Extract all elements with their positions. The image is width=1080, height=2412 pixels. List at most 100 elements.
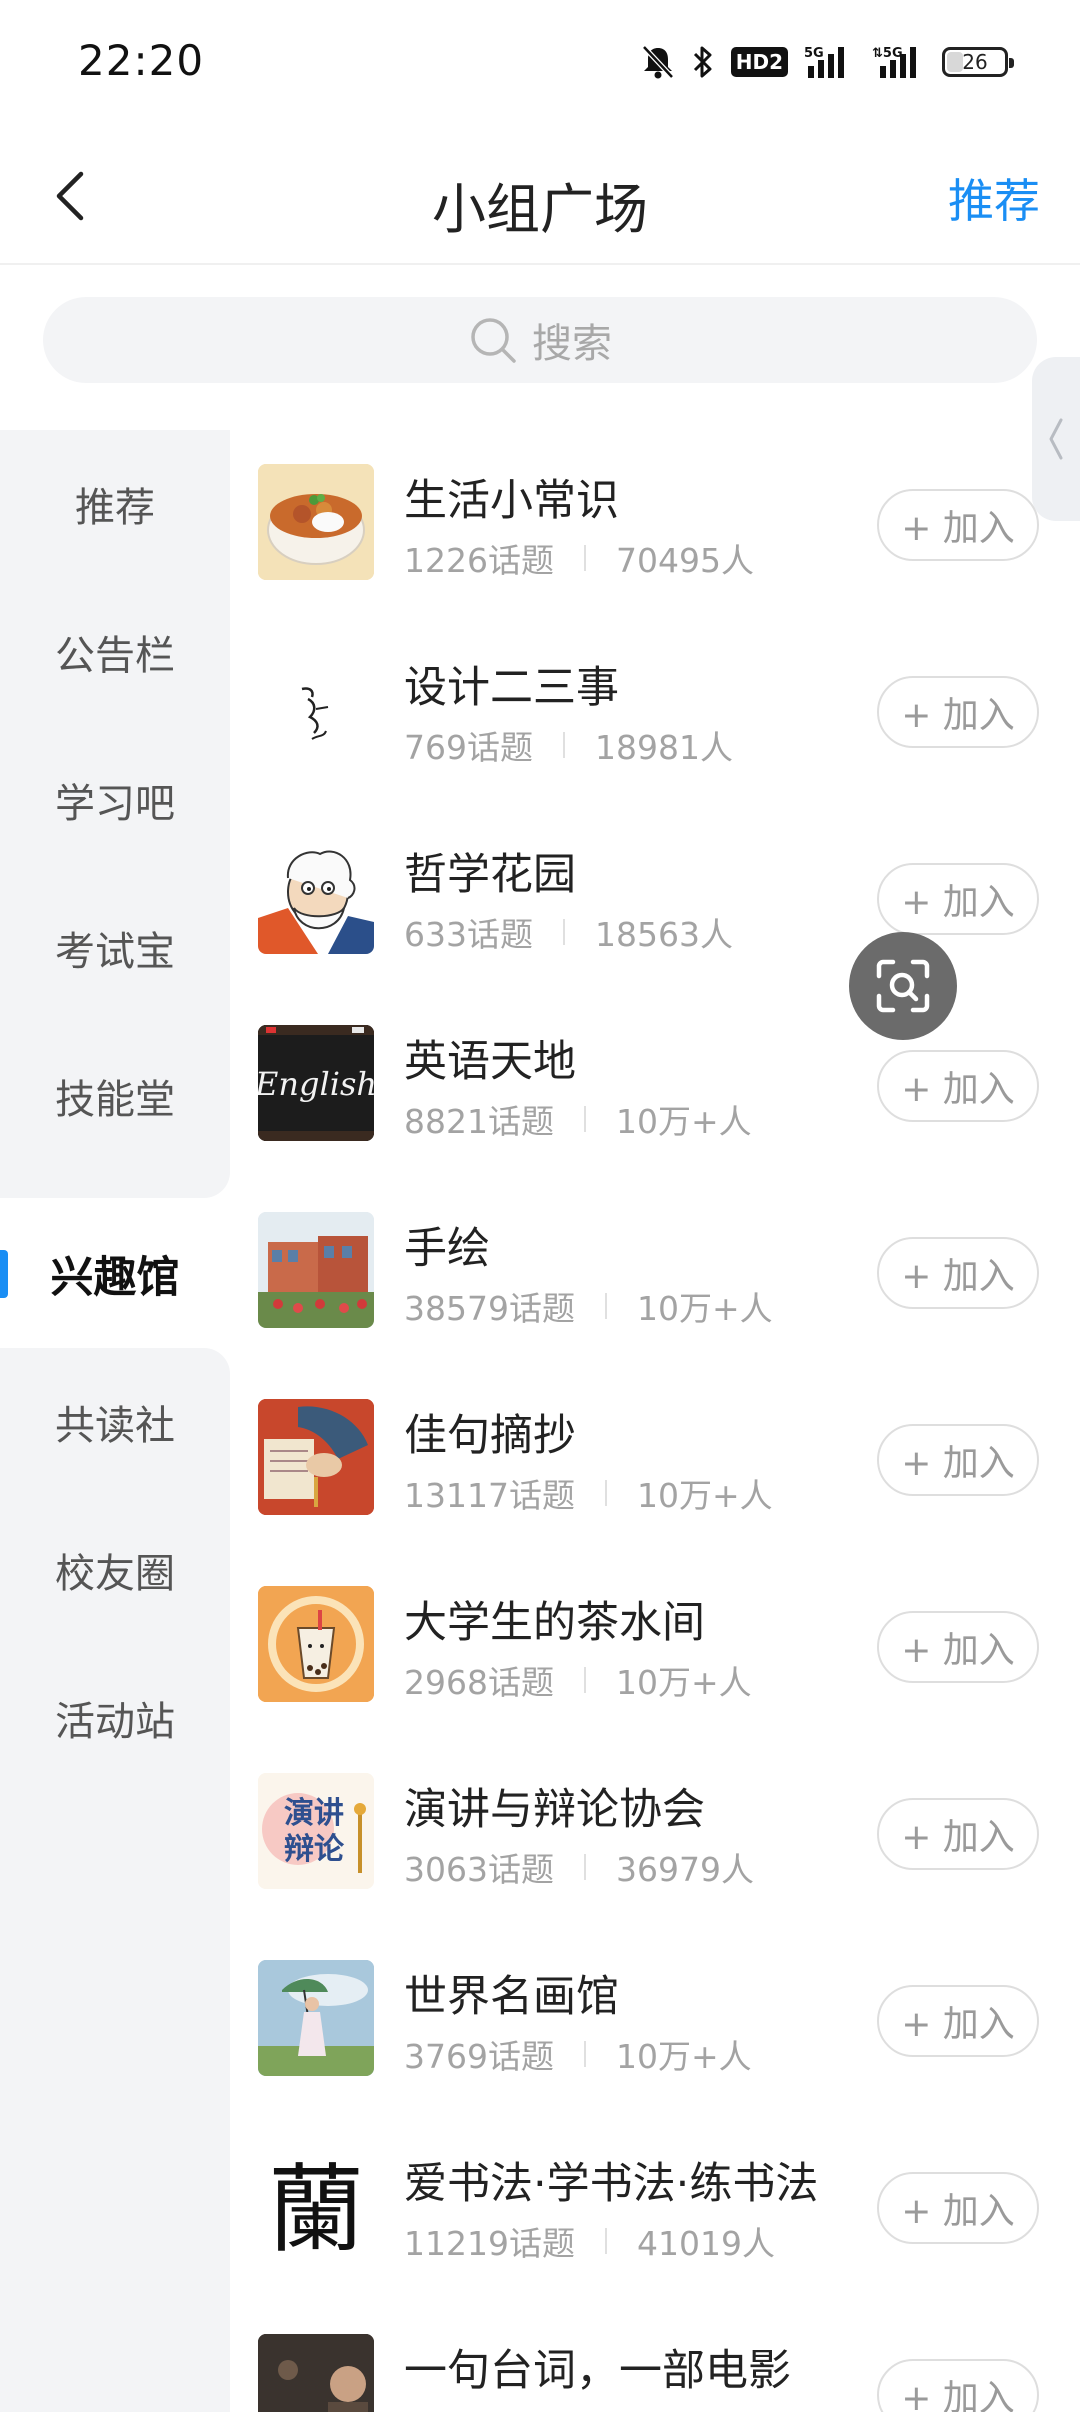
sidebar-item-bulletin[interactable]: 公告栏 — [0, 578, 230, 726]
thumb-text: 蘭 — [268, 2154, 364, 2263]
topic-count: 13117话题 — [404, 1476, 575, 1515]
group-row[interactable]: 佳句摘抄 13117话题 10万+人 + 加入 — [232, 1365, 1080, 1552]
group-name: 哲学花园 — [404, 850, 576, 900]
group-row[interactable]: 演讲 辩论 演讲与辩论协会 3063话题 36979人 + 加入 — [232, 1739, 1080, 1926]
member-count: 41019人 — [636, 2224, 775, 2263]
topic-count: 3063话题 — [404, 1850, 554, 1889]
speech-debate-logo: 演讲 辩论 — [258, 1773, 374, 1889]
group-row[interactable]: 一句台词，一部电影 + 加入 — [232, 2300, 1080, 2412]
status-bar: 22:20 HD2 5G ⇅5G 26 — [0, 0, 1080, 125]
search-placeholder: 搜索 — [532, 321, 612, 367]
food-bowl-image — [258, 464, 374, 580]
group-row[interactable]: 生活小常识 1226话题 70495人 + 加入 — [232, 430, 1080, 617]
search-bar[interactable]: 搜索 — [43, 297, 1037, 383]
topic-count: 633话题 — [404, 915, 533, 954]
group-thumbnail — [258, 1960, 374, 2076]
group-row[interactable]: English 英语天地 8821话题 10万+人 + 加入 — [232, 991, 1080, 1178]
recommend-link[interactable]: 推荐 — [948, 165, 1040, 231]
member-count: 10万+人 — [636, 1289, 773, 1328]
member-count: 18563人 — [595, 915, 733, 954]
topic-count: 11219话题 — [404, 2224, 575, 2263]
join-button[interactable]: + 加入 — [877, 489, 1039, 561]
active-indicator — [0, 1250, 8, 1298]
group-thumbnail: 蘭 — [258, 2147, 374, 2263]
thumb-text: 辩论 — [284, 1832, 345, 1867]
sidebar-item-skills[interactable]: 技能堂 — [0, 1022, 230, 1170]
join-button[interactable]: + 加入 — [877, 1985, 1039, 2057]
stat-divider — [563, 732, 565, 758]
group-thumbnail — [258, 464, 374, 580]
join-button[interactable]: + 加入 — [877, 2172, 1039, 2244]
stat-divider — [583, 2041, 586, 2067]
screen: 22:20 HD2 5G ⇅5G 26 小组广场 推荐 搜索 推荐 公告栏 学习… — [0, 0, 1080, 2412]
sidebar-item-activities[interactable]: 活动站 — [0, 1644, 230, 1792]
join-button[interactable]: + 加入 — [877, 2359, 1039, 2412]
group-row[interactable]: 世界名画馆 3769话题 10万+人 + 加入 — [232, 1926, 1080, 2113]
join-button[interactable]: + 加入 — [877, 1050, 1039, 1122]
category-sidebar: 推荐 公告栏 学习吧 考试宝 技能堂 兴趣馆 共读社 校友圈 活动站 — [0, 430, 232, 2412]
group-stats: 2968话题 10万+人 — [404, 1656, 752, 1704]
group-stats: 13117话题 10万+人 — [404, 1469, 773, 1517]
join-button[interactable]: + 加入 — [877, 1798, 1039, 1870]
stat-divider — [604, 1480, 607, 1506]
member-count: 10万+人 — [615, 1663, 752, 1702]
stat-divider — [583, 1854, 586, 1880]
group-name: 演讲与辩论协会 — [404, 1785, 705, 1835]
topic-count: 38579话题 — [404, 1289, 575, 1328]
sketch-face-image — [258, 651, 374, 767]
group-name: 佳句摘抄 — [404, 1411, 576, 1461]
join-button[interactable]: + 加入 — [877, 1611, 1039, 1683]
scan-search-icon — [876, 959, 930, 1013]
group-name: 英语天地 — [404, 1037, 576, 1087]
group-thumbnail — [258, 2334, 374, 2412]
group-stats: 769话题 18981人 — [404, 721, 733, 769]
topic-count: 3769话题 — [404, 2037, 554, 2076]
sidebar-item-alumni[interactable]: 校友圈 — [0, 1496, 230, 1644]
sidebar-item-label: 兴趣馆 — [50, 1253, 180, 1303]
group-name: 爱书法·学书法·练书法 — [404, 2159, 819, 2209]
philosopher-cartoon-image — [258, 838, 374, 954]
group-row[interactable]: 手绘 38579话题 10万+人 + 加入 — [232, 1178, 1080, 1365]
milk-tea-image — [258, 1586, 374, 1702]
join-button[interactable]: + 加入 — [877, 676, 1039, 748]
member-count: 10万+人 — [636, 1476, 773, 1515]
topic-count: 8821话题 — [404, 1102, 554, 1141]
search-icon — [471, 318, 516, 363]
floating-scan-button[interactable] — [849, 932, 957, 1040]
group-row[interactable]: 哲学花园 633话题 18563人 + 加入 — [232, 804, 1080, 991]
stat-divider — [563, 919, 565, 945]
group-name: 生活小常识 — [404, 476, 619, 526]
group-row[interactable]: 蘭 爱书法·学书法·练书法 11219话题 41019人 + 加入 — [232, 2113, 1080, 2300]
battery-fill — [947, 52, 963, 72]
sidebar-item-recommend[interactable]: 推荐 — [0, 430, 230, 578]
group-thumbnail — [258, 1212, 374, 1328]
sidebar-item-exam[interactable]: 考试宝 — [0, 874, 230, 1022]
group-name: 手绘 — [404, 1224, 490, 1274]
painted-building-image — [258, 1212, 374, 1328]
stat-divider — [604, 2228, 607, 2254]
signal-5g-icon: ⇅5G — [870, 42, 926, 82]
group-list: 生活小常识 1226话题 70495人 + 加入 设计二三事 769话题 189… — [232, 430, 1080, 2412]
mute-bell-icon — [641, 42, 675, 82]
calligraphy-image: 蘭 — [258, 2147, 374, 2263]
topic-count: 2968话题 — [404, 1663, 554, 1702]
sidebar-item-study[interactable]: 学习吧 — [0, 726, 230, 874]
group-name: 世界名画馆 — [404, 1972, 619, 2022]
group-stats: 3769话题 10万+人 — [404, 2030, 752, 2078]
join-button[interactable]: + 加入 — [877, 1237, 1039, 1309]
join-button[interactable]: + 加入 — [877, 1424, 1039, 1496]
sidebar-item-reading[interactable]: 共读社 — [0, 1348, 230, 1496]
stat-divider — [583, 1667, 586, 1693]
signal-5g-icon: 5G — [804, 42, 854, 82]
movie-still-image — [258, 2334, 374, 2412]
page-title: 小组广场 — [432, 178, 648, 241]
join-button[interactable]: + 加入 — [877, 863, 1039, 935]
group-row[interactable]: 大学生的茶水间 2968话题 10万+人 + 加入 — [232, 1552, 1080, 1739]
battery-level: 26 — [962, 50, 988, 74]
member-count: 36979人 — [615, 1850, 754, 1889]
group-name: 大学生的茶水间 — [404, 1598, 705, 1648]
group-row[interactable]: 设计二三事 769话题 18981人 + 加入 — [232, 617, 1080, 804]
sidebar-item-interests[interactable]: 兴趣馆 — [0, 1200, 230, 1348]
stat-divider — [583, 1106, 586, 1132]
group-name: 一句台词，一部电影 — [404, 2346, 791, 2396]
